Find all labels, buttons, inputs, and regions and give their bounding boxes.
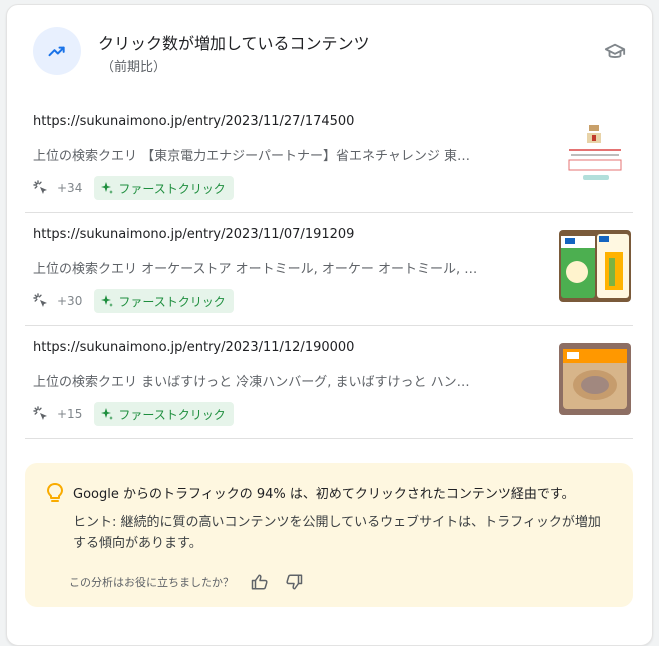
card-title: クリック数が増加しているコンテンツ	[98, 34, 370, 53]
query-prefix: 上位の検索クエリ	[33, 262, 138, 277]
top-query: 上位の検索クエリ まいばすけっと 冷凍ハンバーグ, まいばすけっと ハン…	[33, 371, 515, 390]
card-header: クリック数が増加しているコンテンツ （前期比）	[33, 27, 632, 83]
click-count: +34	[57, 181, 83, 195]
top-query: 上位の検索クエリ オーケーストア オートミール, オーケー オートミール, …	[33, 258, 515, 277]
thumb-up-icon[interactable]	[250, 572, 270, 592]
click-stats: +15 ファーストクリック	[33, 402, 234, 426]
click-icon	[33, 180, 49, 196]
query-prefix: 上位の検索クエリ	[33, 375, 138, 390]
sparkle-icon	[101, 408, 114, 420]
page-thumbnail	[559, 117, 631, 189]
list-item[interactable]: https://sukunaimono.jp/entry/2023/11/12/…	[25, 326, 633, 439]
list-item[interactable]: https://sukunaimono.jp/entry/2023/11/27/…	[25, 100, 633, 213]
list-item[interactable]: https://sukunaimono.jp/entry/2023/11/07/…	[25, 213, 633, 326]
first-click-badge: ファーストクリック	[94, 402, 234, 426]
first-click-badge: ファーストクリック	[94, 176, 234, 200]
school-icon[interactable]	[604, 41, 626, 63]
insight-text: Google からのトラフィックの 94% は、初めてクリックされたコンテンツ経…	[73, 487, 575, 502]
insight-hint: ヒント: 継続的に質の高いコンテンツを公開しているウェブサイトは、トラフィックが…	[73, 515, 601, 551]
feedback-question: この分析はお役に立ちましたか？	[69, 576, 234, 589]
sparkle-icon	[101, 182, 114, 194]
page-url[interactable]: https://sukunaimono.jp/entry/2023/11/12/…	[33, 340, 354, 355]
query-text: 【東京電力エナジーパートナー】省エネチャレンジ 東…	[141, 149, 471, 164]
feedback-row: この分析はお役に立ちましたか？	[69, 571, 318, 593]
click-count: +15	[57, 407, 83, 421]
click-count: +30	[57, 294, 83, 308]
sparkle-icon	[101, 295, 114, 307]
card-subtitle: （前期比）	[101, 60, 167, 75]
badge-label: ファーストクリック	[118, 294, 226, 309]
first-click-badge: ファーストクリック	[94, 289, 234, 313]
query-text: オーケーストア オートミール, オーケー オートミール, …	[141, 262, 478, 277]
insight-box: Google からのトラフィックの 94% は、初めてクリックされたコンテンツ経…	[25, 463, 633, 607]
click-icon	[33, 406, 49, 422]
thumb-down-icon[interactable]	[284, 572, 304, 592]
top-query: 上位の検索クエリ 【東京電力エナジーパートナー】省エネチャレンジ 東…	[33, 145, 515, 164]
badge-label: ファーストクリック	[118, 407, 226, 422]
content-card: クリック数が増加しているコンテンツ （前期比） https://sukunaim…	[6, 4, 653, 646]
query-text: まいばすけっと 冷凍ハンバーグ, まいばすけっと ハン…	[141, 375, 470, 390]
click-icon	[33, 293, 49, 309]
page-url[interactable]: https://sukunaimono.jp/entry/2023/11/07/…	[33, 227, 354, 242]
trending-up-icon	[33, 27, 81, 75]
query-prefix: 上位の検索クエリ	[33, 149, 138, 164]
page-thumbnail	[559, 343, 631, 415]
page-thumbnail	[559, 230, 631, 302]
click-stats: +34 ファーストクリック	[33, 176, 234, 200]
lightbulb-icon	[45, 482, 65, 504]
badge-label: ファーストクリック	[118, 181, 226, 196]
page-url[interactable]: https://sukunaimono.jp/entry/2023/11/27/…	[33, 114, 354, 129]
click-stats: +30 ファーストクリック	[33, 289, 234, 313]
